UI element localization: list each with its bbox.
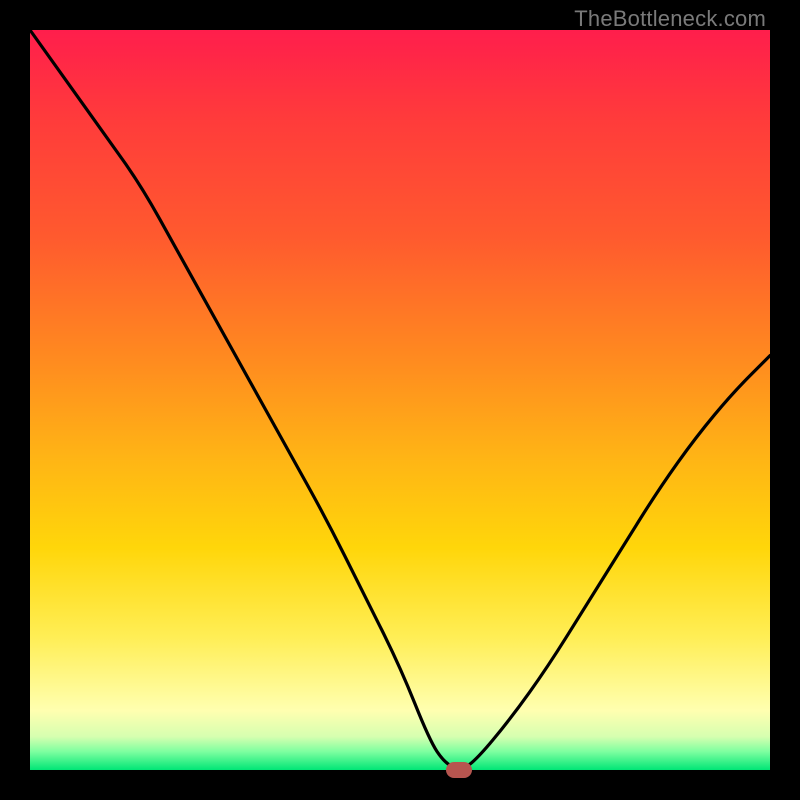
optimal-point-marker xyxy=(446,762,472,778)
bottleneck-curve xyxy=(30,30,770,770)
chart-frame: TheBottleneck.com xyxy=(0,0,800,800)
watermark-text: TheBottleneck.com xyxy=(574,6,766,32)
chart-plot-area xyxy=(30,30,770,770)
